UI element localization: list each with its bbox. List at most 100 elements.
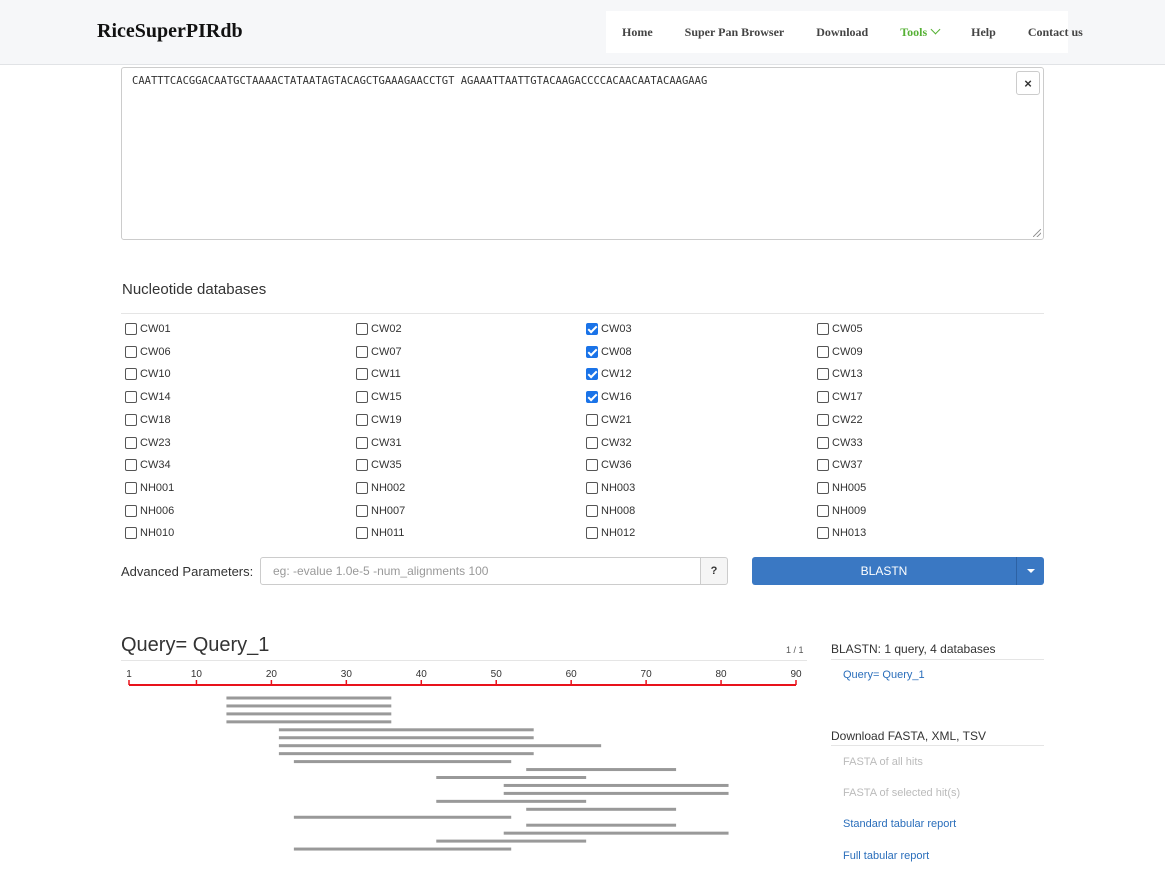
database-option-cw18[interactable]: CW18 <box>125 412 171 428</box>
checkbox[interactable] <box>125 482 137 494</box>
checkbox[interactable] <box>586 459 598 471</box>
hit-bar[interactable] <box>436 839 587 843</box>
checkbox[interactable] <box>125 527 137 539</box>
advanced-parameters-input[interactable] <box>260 557 701 585</box>
hit-bar[interactable] <box>278 752 534 756</box>
checkbox[interactable] <box>356 391 368 403</box>
blastn-options-dropdown[interactable] <box>1016 557 1044 585</box>
database-option-cw16[interactable]: CW16 <box>586 389 632 405</box>
checkbox[interactable] <box>125 391 137 403</box>
hit-bar[interactable] <box>526 768 677 772</box>
checkbox-checked[interactable] <box>586 368 598 380</box>
nav-super-pan-browser[interactable]: Super Pan Browser <box>685 25 785 40</box>
checkbox[interactable] <box>125 368 137 380</box>
resize-handle-icon[interactable] <box>1033 229 1041 237</box>
hit-bar[interactable] <box>293 760 512 764</box>
checkbox[interactable] <box>817 391 829 403</box>
database-option-cw17[interactable]: CW17 <box>817 389 863 405</box>
checkbox[interactable] <box>586 505 598 517</box>
checkbox[interactable] <box>125 346 137 358</box>
database-option-cw23[interactable]: CW23 <box>125 435 171 451</box>
database-option-cw22[interactable]: CW22 <box>817 412 863 428</box>
hit-bar[interactable] <box>226 704 392 708</box>
nav-download[interactable]: Download <box>816 25 868 40</box>
nav-contact-us[interactable]: Contact us <box>1028 25 1083 40</box>
checkbox[interactable] <box>356 346 368 358</box>
database-option-cw05[interactable]: CW05 <box>817 321 863 337</box>
nav-tools[interactable]: Tools <box>900 24 941 40</box>
hit-bar[interactable] <box>503 791 729 795</box>
database-option-cw15[interactable]: CW15 <box>356 389 402 405</box>
database-option-cw08[interactable]: CW08 <box>586 344 632 360</box>
database-option-cw07[interactable]: CW07 <box>356 344 402 360</box>
checkbox[interactable] <box>586 414 598 426</box>
database-option-nh009[interactable]: NH009 <box>817 503 866 519</box>
checkbox[interactable] <box>817 482 829 494</box>
checkbox-checked[interactable] <box>586 346 598 358</box>
database-option-cw34[interactable]: CW34 <box>125 457 171 473</box>
hit-bar[interactable] <box>503 831 729 835</box>
database-option-cw35[interactable]: CW35 <box>356 457 402 473</box>
checkbox[interactable] <box>356 437 368 449</box>
checkbox[interactable] <box>817 505 829 517</box>
database-option-cw12[interactable]: CW12 <box>586 366 632 382</box>
blastn-submit-button[interactable]: BLASTN <box>752 557 1016 585</box>
hit-bar[interactable] <box>226 696 392 700</box>
database-option-nh008[interactable]: NH008 <box>586 503 635 519</box>
checkbox[interactable] <box>125 437 137 449</box>
hit-bar[interactable] <box>226 720 392 724</box>
database-option-cw02[interactable]: CW02 <box>356 321 402 337</box>
checkbox-checked[interactable] <box>586 323 598 335</box>
checkbox[interactable] <box>586 437 598 449</box>
checkbox[interactable] <box>817 368 829 380</box>
checkbox[interactable] <box>817 414 829 426</box>
query-link[interactable]: Query= Query_1 <box>843 669 925 681</box>
download-standard-tabular-link[interactable]: Standard tabular report <box>843 818 956 830</box>
database-option-cw06[interactable]: CW06 <box>125 344 171 360</box>
download-fasta-all-link[interactable]: FASTA of all hits <box>843 756 923 768</box>
hit-bar[interactable] <box>226 712 392 716</box>
database-option-cw03[interactable]: CW03 <box>586 321 632 337</box>
checkbox[interactable] <box>356 505 368 517</box>
database-option-nh001[interactable]: NH001 <box>125 480 174 496</box>
checkbox[interactable] <box>356 482 368 494</box>
checkbox[interactable] <box>125 505 137 517</box>
database-option-cw36[interactable]: CW36 <box>586 457 632 473</box>
checkbox[interactable] <box>125 323 137 335</box>
checkbox[interactable] <box>356 527 368 539</box>
database-option-cw31[interactable]: CW31 <box>356 435 402 451</box>
checkbox[interactable] <box>817 346 829 358</box>
checkbox[interactable] <box>586 482 598 494</box>
download-fasta-selected-link[interactable]: FASTA of selected hit(s) <box>843 787 960 799</box>
database-option-cw37[interactable]: CW37 <box>817 457 863 473</box>
checkbox[interactable] <box>817 527 829 539</box>
checkbox[interactable] <box>817 459 829 471</box>
download-full-tabular-link[interactable]: Full tabular report <box>843 850 929 862</box>
site-logo[interactable]: RiceSuperPIRdb <box>97 20 243 43</box>
database-option-nh012[interactable]: NH012 <box>586 525 635 541</box>
database-option-cw19[interactable]: CW19 <box>356 412 402 428</box>
hit-bar[interactable] <box>278 736 534 740</box>
database-option-cw21[interactable]: CW21 <box>586 412 632 428</box>
hit-bar[interactable] <box>293 815 512 819</box>
hit-bar[interactable] <box>436 776 587 779</box>
database-option-cw33[interactable]: CW33 <box>817 435 863 451</box>
hit-bar[interactable] <box>526 823 677 827</box>
database-option-nh013[interactable]: NH013 <box>817 525 866 541</box>
database-option-nh007[interactable]: NH007 <box>356 503 405 519</box>
database-option-cw10[interactable]: CW10 <box>125 366 171 382</box>
hit-bar[interactable] <box>278 744 602 748</box>
checkbox[interactable] <box>817 323 829 335</box>
database-option-nh011[interactable]: NH011 <box>356 525 404 541</box>
database-option-cw01[interactable]: CW01 <box>125 321 171 337</box>
database-option-nh003[interactable]: NH003 <box>586 480 635 496</box>
database-option-nh002[interactable]: NH002 <box>356 480 405 496</box>
database-option-cw13[interactable]: CW13 <box>817 366 863 382</box>
checkbox-checked[interactable] <box>586 391 598 403</box>
checkbox[interactable] <box>356 459 368 471</box>
hit-bar[interactable] <box>526 807 677 811</box>
checkbox[interactable] <box>817 437 829 449</box>
hit-bar[interactable] <box>278 728 534 732</box>
checkbox[interactable] <box>356 323 368 335</box>
hit-bar[interactable] <box>293 847 512 851</box>
